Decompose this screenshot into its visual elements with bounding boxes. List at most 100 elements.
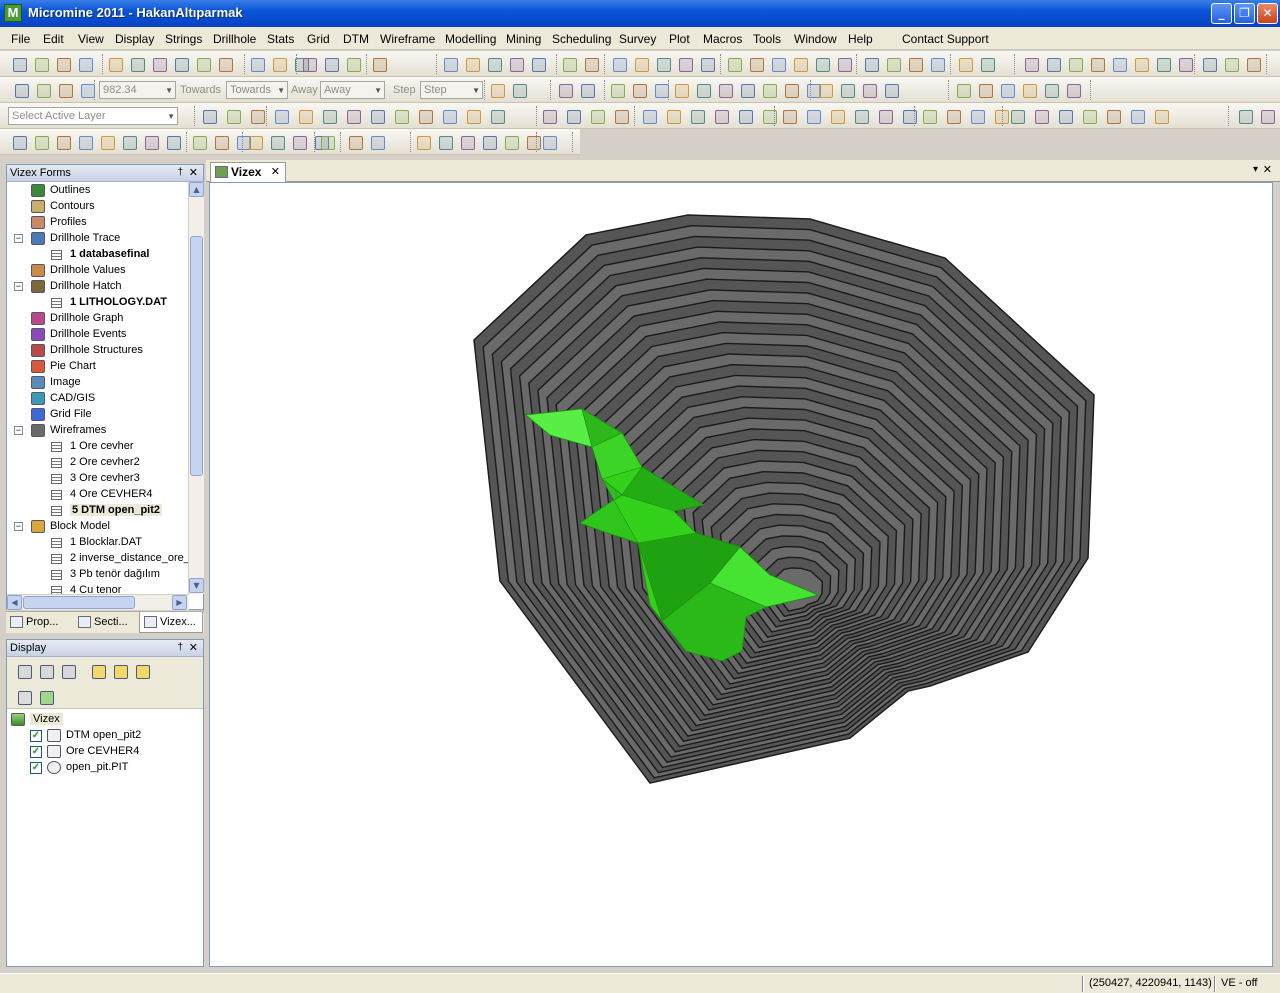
menu-file[interactable]: File [11,32,30,46]
toolbar-tool-icon[interactable] [320,107,338,125]
toolbar-tool-icon[interactable] [1066,55,1084,73]
tree-item[interactable]: Grid File [10,407,188,423]
menu-contact-support[interactable]: Contact Support [902,32,989,46]
toolbar-tool-icon[interactable] [1132,55,1150,73]
tree-item[interactable]: Drillhole Events [10,327,188,343]
toolbar-tool-icon[interactable] [480,133,498,151]
toolbar-tool-icon[interactable] [270,55,288,73]
toolbar-tool-icon[interactable] [1128,107,1146,125]
toolbar-tool-icon[interactable] [318,133,336,151]
toolbar-tool-icon[interactable] [344,107,362,125]
tree-child-item[interactable]: 3 Pb tenör dağılım [10,567,188,583]
tree-item[interactable]: − Drillhole Trace [10,231,188,247]
menu-view[interactable]: View [78,32,104,46]
toolbar-tool-icon[interactable] [738,81,756,99]
toolbar-tool-icon[interactable] [1008,107,1026,125]
close-icon[interactable]: ✕ [1263,163,1272,176]
toolbar-tool-icon[interactable] [1258,107,1276,125]
tree-child-item[interactable]: 2 Ore cevher2 [10,455,188,471]
toolbar-tool-icon[interactable] [440,107,458,125]
toolbar-tool-icon[interactable] [194,55,212,73]
toolbar-tool-icon[interactable] [956,55,974,73]
tree-item[interactable]: Drillhole Graph [10,311,188,327]
toolbar-tool-icon[interactable] [944,107,962,125]
menu-survey[interactable]: Survey [619,32,656,46]
toolbar-tool-icon[interactable] [1244,55,1262,73]
tree-item[interactable]: − Drillhole Hatch [10,279,188,295]
toolbar-tool-icon[interactable] [106,55,124,73]
toolbar-tool-icon[interactable] [248,55,266,73]
toolbar-tool-icon[interactable] [1236,107,1254,125]
toolbar-tool-icon[interactable] [346,133,364,151]
tab-vizex-document[interactable]: Vizex ✕ [210,162,286,182]
toolbar-tool-icon[interactable] [978,55,996,73]
toolbar-tool-icon[interactable] [1022,55,1040,73]
toolbar-tool-icon[interactable] [838,81,856,99]
tree-item[interactable]: Drillhole Structures [10,343,188,359]
menu-macros[interactable]: Macros [703,32,742,46]
tree-item[interactable]: Pie Chart [10,359,188,375]
scroll-thumb[interactable] [190,236,203,476]
tree-item[interactable]: Contours [10,199,188,215]
toolbar-tool-icon[interactable] [32,133,50,151]
refresh-icon[interactable] [37,688,55,706]
tree-item[interactable]: Outlines [10,183,188,199]
collapse-icon[interactable]: − [14,234,23,243]
toolbar-tool-icon[interactable] [56,81,74,99]
toolbar-tool-icon[interactable] [416,107,434,125]
toolbar-tool-icon[interactable] [216,55,234,73]
menu-strings[interactable]: Strings [165,32,202,46]
toolbar-tool-icon[interactable] [200,107,218,125]
toolbar-tool-icon[interactable] [290,133,308,151]
toolbar-tool-icon[interactable] [1020,81,1038,99]
toolbar-tool-icon[interactable] [698,55,716,73]
towards-combo[interactable]: Towards ▼ [226,81,288,99]
hscroll-thumb[interactable] [23,596,135,609]
layer-open-pit[interactable]: ✓ open_pit.PIT [10,760,200,776]
pit-3d-view[interactable] [210,183,1274,968]
value-combo[interactable]: 982.34 ▼ [99,81,176,99]
toolbar-tool-icon[interactable] [876,107,894,125]
tab-properties[interactable]: Prop... [6,612,70,633]
toolbar-tool-icon[interactable] [120,133,138,151]
toolbar-tool-icon[interactable] [920,107,938,125]
toolbar-tool-icon[interactable] [954,81,972,99]
toolbar-tool-icon[interactable] [769,55,787,73]
toolbar-tool-icon[interactable] [212,133,230,151]
away-combo[interactable]: Away ▼ [320,81,385,99]
toolbar-tool-icon[interactable] [540,107,558,125]
pin-icon[interactable]: † [177,640,183,656]
toolbar-tool-icon[interactable] [1056,107,1074,125]
tree-item[interactable]: CAD/GIS [10,391,188,407]
toolbar-tool-icon[interactable] [344,55,362,73]
toolbar-tool-icon[interactable] [804,107,822,125]
toolbar-tool-icon[interactable] [852,107,870,125]
toolbar-tool-icon[interactable] [676,55,694,73]
toolbar-tool-icon[interactable] [458,133,476,151]
toolbar-tool-icon[interactable] [610,55,628,73]
menu-display[interactable]: Display [115,32,154,46]
toolbar-tool-icon[interactable] [507,55,525,73]
toolbar-tool-icon[interactable] [1042,81,1060,99]
toolbar-tool-icon[interactable] [560,55,578,73]
display-tool-icon[interactable] [111,662,129,680]
toolbar-tool-icon[interactable] [248,107,266,125]
tree-item[interactable]: − Block Model [10,519,188,535]
toolbar-tool-icon[interactable] [98,133,116,151]
toolbar-tool-icon[interactable] [246,133,264,151]
scroll-left-icon[interactable]: ◀ [7,595,22,610]
display-tool-icon[interactable] [59,662,77,680]
toolbar-tool-icon[interactable] [1200,55,1218,73]
toolbar-tool-icon[interactable] [998,81,1016,99]
toolbar-tool-icon[interactable] [968,107,986,125]
menu-edit[interactable]: Edit [43,32,64,46]
tree-child-item[interactable]: 4 Ore CEVHER4 [10,487,188,503]
collapse-icon[interactable]: − [14,522,23,531]
toolbar-tool-icon[interactable] [928,55,946,73]
tree-child-item[interactable]: 4 Cu tenor [10,583,188,594]
toolbar-tool-icon[interactable] [1044,55,1062,73]
toolbar-tool-icon[interactable] [664,107,682,125]
pin-icon[interactable]: † [177,165,183,181]
display-root[interactable]: Vizex [10,712,200,728]
display-tool-icon[interactable] [15,662,33,680]
